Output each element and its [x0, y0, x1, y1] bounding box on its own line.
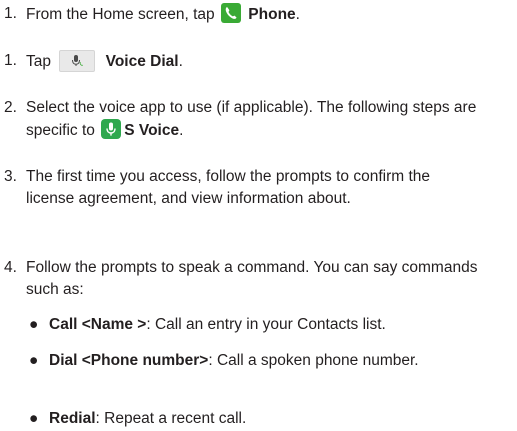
step-text-pre: From the Home screen, tap — [26, 6, 215, 23]
step-number: 1. — [4, 5, 17, 22]
bullet-dot: ● — [29, 352, 39, 369]
step-follow-prompts: 4. Follow the prompts to speak a command… — [4, 257, 511, 301]
bullet-text: Call <Name >: Call an entry in your Cont… — [29, 314, 511, 336]
step-number: 3. — [4, 168, 17, 185]
step-select-voice-app: 2. Select the voice app to use (if appli… — [4, 97, 511, 142]
step-text-post: . — [295, 6, 300, 23]
bullet-command: Redial — [49, 410, 96, 427]
step-text: The first time you access, follow the pr… — [26, 168, 431, 207]
step-text-post: . — [178, 53, 183, 70]
step-text: Tap Voice Dial. — [4, 50, 511, 73]
bullet-command: Dial <Phone number> — [49, 352, 209, 369]
bullet-desc: : Call an entry in your Contacts list. — [146, 316, 386, 333]
bullet-desc: : Repeat a recent call. — [95, 410, 247, 427]
phone-label: Phone — [248, 6, 296, 23]
step-text-pre: Tap — [26, 53, 51, 70]
step-text: Follow the prompts to speak a command. Y… — [26, 259, 478, 298]
step-voice-dial: 1. Tap Voice Dial. — [4, 50, 511, 73]
voice-dial-label: Voice Dial — [105, 53, 179, 70]
step-text-pre: Select the voice app to use (if applicab… — [26, 99, 477, 139]
step-number: 2. — [4, 99, 17, 116]
step-text-post: . — [179, 122, 184, 139]
phone-app-icon — [220, 3, 241, 23]
bullet-call-name: ● Call <Name >: Call an entry in your Co… — [29, 314, 511, 336]
s-voice-icon — [101, 119, 122, 139]
bullet-command: Call <Name > — [49, 316, 147, 333]
s-voice-label: S Voice — [124, 122, 180, 139]
bullet-desc: : Call a spoken phone number. — [208, 352, 419, 369]
bullet-dot: ● — [29, 316, 39, 333]
bullet-dial-number: ● Dial <Phone number>: Call a spoken pho… — [29, 350, 511, 372]
step-number: 4. — [4, 259, 17, 276]
step-home-phone: 1. From the Home screen, tap Phone. — [4, 3, 511, 26]
bullet-redial: ● Redial: Repeat a recent call. — [29, 408, 511, 430]
bullet-text: Dial <Phone number>: Call a spoken phone… — [29, 350, 511, 372]
voice-dial-icon — [59, 50, 96, 72]
step-text: From the Home screen, tap Phone. — [4, 3, 511, 26]
bullet-dot: ● — [29, 410, 39, 427]
step-first-time: 3. The first time you access, follow the… — [4, 166, 511, 210]
bullet-text: Redial: Repeat a recent call. — [29, 408, 511, 430]
step-text: Select the voice app to use (if applicab… — [4, 97, 511, 142]
step-number: 1. — [4, 52, 17, 69]
